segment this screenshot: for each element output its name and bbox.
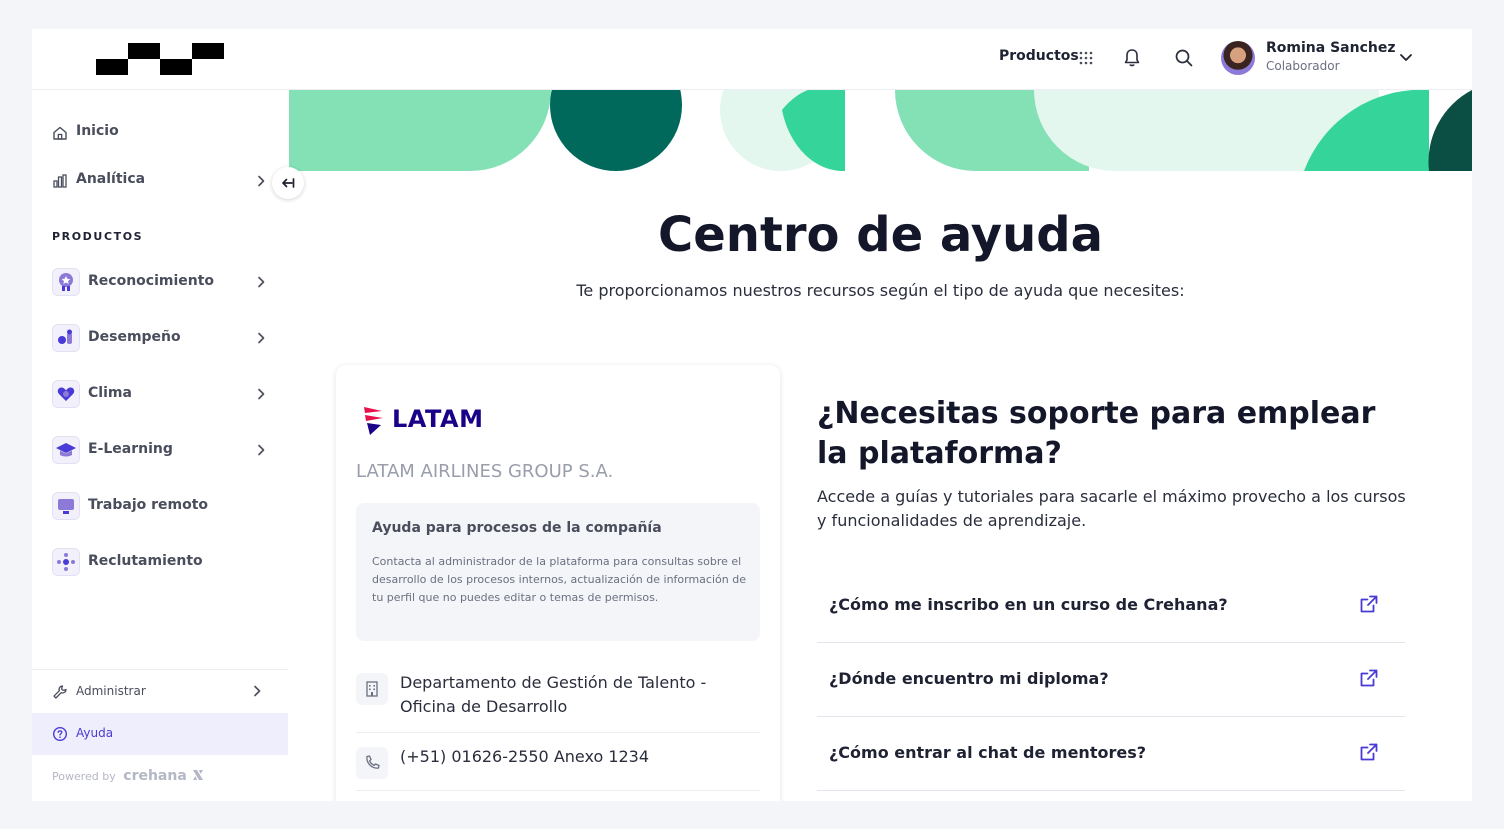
chevron-right-icon [258,276,265,288]
phone-icon [356,747,388,779]
top-header: Productos Romina Sanchez Colaborador [32,29,1472,90]
crehana-brand: crehana [123,768,187,784]
sidebar-item-administrar[interactable]: Administrar [32,670,288,712]
sidebar-item-reconocimiento[interactable]: Reconocimiento [32,262,288,302]
faq-question: ¿Cómo entrar al chat de mentores? [829,743,1147,762]
app-window: Productos Romina Sanchez Colaborador Ini… [32,29,1472,801]
chevron-right-icon [254,685,261,697]
sidebar-item-inicio[interactable]: Inicio [32,115,288,151]
sidebar-footer: Administrar Ayuda Powered by crehana [32,669,288,784]
info-title: Ayuda para procesos de la compañía [372,520,662,536]
powered-by: Powered by crehana [52,768,204,784]
latam-logo-text: LATAM [392,405,484,433]
faq-item[interactable]: ¿Cómo me inscribo en un curso de Crehana… [817,569,1405,643]
faq-question: ¿Dónde encuentro mi diploma? [829,669,1109,688]
products-menu-label[interactable]: Productos [999,48,1079,64]
powered-by-label: Powered by [52,770,116,783]
phone-row: (+51) 01626-2550 Anexo 1234 [356,733,760,791]
sidebar-item-label: Reclutamiento [88,553,203,569]
collapse-arrow-icon [282,178,295,188]
sidebar: Inicio Analítica PRODUCTOS Reconocimient… [32,90,288,801]
external-link-icon[interactable] [1359,742,1379,762]
company-name: LATAM AIRLINES GROUP S.A. [356,461,614,482]
faq-item[interactable]: ¿Dónde encuentro mi diploma? [817,643,1405,717]
wrench-icon [53,685,67,699]
bar-chart-icon [53,174,67,188]
company-help-card: LATAM LATAM AIRLINES GROUP S.A. Ayuda pa… [336,365,780,801]
building-icon [356,673,388,705]
search-icon[interactable] [1175,49,1193,67]
company-help-info: Ayuda para procesos de la compañía Conta… [356,503,760,641]
bell-icon[interactable] [1123,48,1141,68]
chevron-right-icon [258,388,265,400]
chevron-right-icon [258,175,265,187]
sidebar-item-label: Desempeño [88,329,181,345]
sidebar-item-label: Reconocimiento [88,273,215,289]
company-logo[interactable] [96,43,224,75]
external-link-icon[interactable] [1359,668,1379,688]
apps-grid-icon[interactable] [1079,51,1093,65]
home-icon [53,126,67,140]
performance-icon [52,324,80,352]
user-name: Romina Sanchez [1266,40,1396,56]
sidebar-item-analitica[interactable]: Analítica [32,163,288,199]
sidebar-item-trabajo-remoto[interactable]: Trabajo remoto [32,486,288,526]
crehana-logo-icon [193,770,204,780]
chevron-right-icon [258,332,265,344]
sidebar-item-label: Ayuda [76,726,114,740]
sidebar-item-label: Inicio [76,123,119,139]
sidebar-item-ayuda[interactable]: Ayuda [32,713,288,755]
latam-logo: LATAM [362,405,512,439]
page-subtitle: Te proporcionamos nuestros recursos segú… [576,281,1185,300]
collapse-sidebar-button[interactable] [272,167,304,199]
sidebar-item-reclutamiento[interactable]: Reclutamiento [32,542,288,582]
sidebar-item-desempeno[interactable]: Desempeño [32,318,288,358]
sidebar-item-elearning[interactable]: E-Learning [32,430,288,470]
phone-text[interactable]: (+51) 01626-2550 Anexo 1234 [400,745,649,769]
medal-icon [52,268,80,296]
recruitment-icon [52,548,80,576]
info-text: Contacta al administrador de la platafor… [372,555,746,604]
external-link-icon[interactable] [1359,594,1379,614]
sidebar-item-label: Trabajo remoto [88,497,209,513]
faq-item[interactable]: ¿Cómo entrar al chat de mentores? [817,717,1405,791]
products-section-title: PRODUCTOS [52,230,144,243]
graduation-cap-icon [52,436,80,464]
heart-icon [52,380,80,408]
department-row: Departamento de Gestión de Talento - Ofi… [356,659,760,733]
user-role: Colaborador [1266,59,1340,73]
support-title: ¿Necesitas soporte para emplear la plata… [817,396,1376,471]
avatar[interactable] [1221,41,1255,75]
help-circle-icon [52,726,68,742]
monitor-icon [52,492,80,520]
department-text: Departamento de Gestión de Talento - Ofi… [400,673,707,716]
sidebar-item-label: Clima [88,385,132,401]
support-description: Accede a guías y tutoriales para sacarle… [817,487,1406,530]
latam-logo-mark-icon [364,407,383,435]
sidebar-item-label: Administrar [76,684,146,698]
chevron-down-icon[interactable] [1398,49,1414,65]
decorative-banner [289,90,1472,171]
sidebar-item-clima[interactable]: Clima [32,374,288,414]
sidebar-item-label: E-Learning [88,441,173,457]
chevron-right-icon [258,444,265,456]
sidebar-item-label: Analítica [76,171,146,187]
faq-question: ¿Cómo me inscribo en un curso de Crehana… [829,595,1228,614]
page-title: Centro de ayuda [657,207,1103,263]
